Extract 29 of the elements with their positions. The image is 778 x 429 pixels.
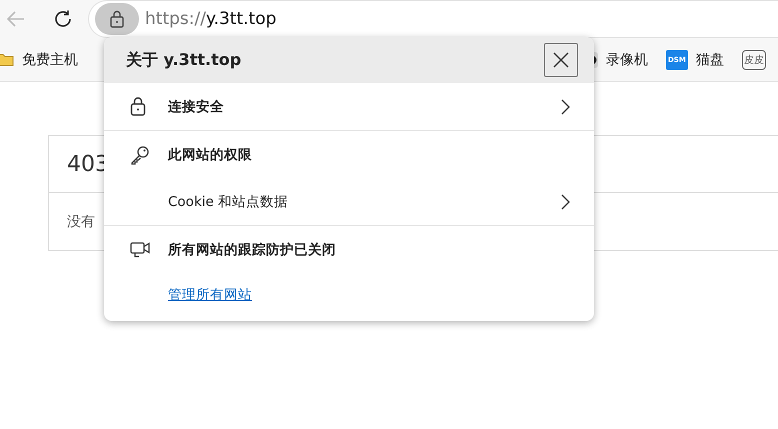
bookmark-item[interactable]: 免费主机 <box>22 50 78 68</box>
row-label: 此网站的权限 <box>168 146 253 164</box>
manage-sites-link[interactable]: 管理所有网站 <box>168 286 252 304</box>
address-bar[interactable]: https://y.3tt.top <box>89 1 778 37</box>
close-button[interactable] <box>544 43 578 77</box>
menu-row[interactable]: 此网站的权限 <box>104 131 594 178</box>
camera-icon <box>130 240 150 260</box>
row-label: 连接安全 <box>168 98 225 116</box>
menu-row[interactable]: 所有网站的跟踪防护已关闭 <box>104 226 594 273</box>
menu-row[interactable]: Cookie 和站点数据 <box>104 178 594 225</box>
bookmark-item[interactable]: 猫盘 <box>696 50 724 68</box>
key-icon <box>130 144 150 164</box>
site-info-button[interactable] <box>95 3 139 35</box>
row-label: 所有网站的跟踪防护已关闭 <box>168 240 337 258</box>
url-scheme: https:// <box>145 9 206 29</box>
bookmark-item[interactable]: 录像机 <box>606 50 648 68</box>
refresh-icon[interactable] <box>52 8 74 30</box>
folder-icon <box>0 52 14 67</box>
url-host: y.3tt.top <box>206 9 276 29</box>
site-icon: 皮皮 <box>742 50 766 70</box>
row-label: Cookie 和站点数据 <box>168 192 290 210</box>
lock-icon <box>130 97 146 116</box>
lock-icon <box>109 10 125 28</box>
menu-row[interactable]: 连接安全 <box>104 83 594 130</box>
popup-title: 关于 y.3tt.top <box>126 50 242 70</box>
chevron-right-icon <box>561 98 570 114</box>
chevron-right-icon <box>561 194 570 210</box>
close-icon <box>553 52 569 68</box>
error-message: 没有 <box>67 212 95 230</box>
